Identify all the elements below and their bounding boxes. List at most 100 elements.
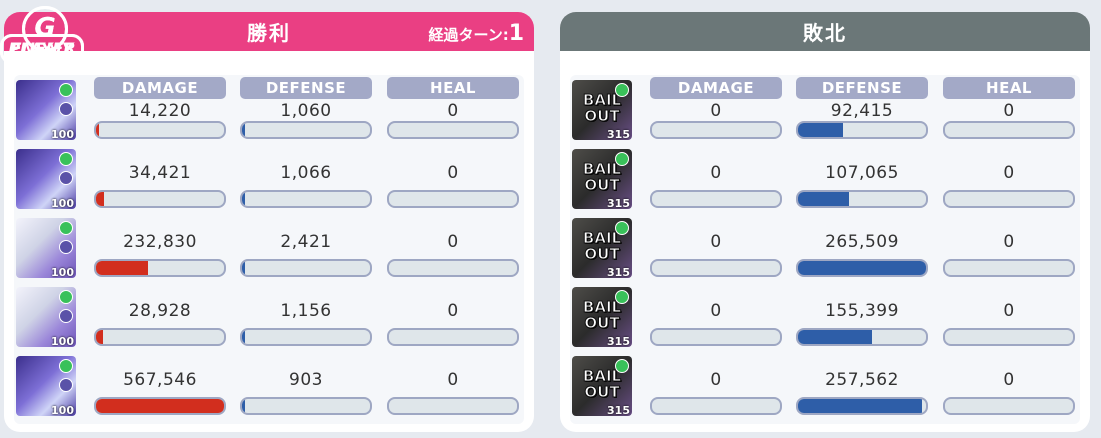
attribute-icon — [59, 309, 73, 323]
level-label: 100 — [51, 197, 74, 209]
defense-bar — [796, 328, 928, 346]
defense-bar — [796, 397, 928, 415]
bail-out-label: BAIL OUT — [580, 230, 624, 263]
defense-value: 257,562 — [825, 370, 899, 390]
heal-value: 0 — [447, 232, 459, 252]
enemy-portrait[interactable]: BAIL OUT 315 — [572, 287, 632, 347]
player-panel: 勝利 経過ターン:1 DAMAGE DEFENSE HEAL 100 14,220… — [4, 12, 534, 432]
element-icon — [615, 290, 629, 304]
damage-bar — [94, 190, 226, 208]
heal-bar — [387, 259, 519, 277]
defense-value: 107,065 — [825, 163, 899, 183]
player-row: 100 232,830 2,421 0 — [14, 216, 524, 285]
damage-bar — [650, 121, 782, 139]
enemy-stats-table: DAMAGE DEFENSE HEAL BAIL OUT 315 0 92,415 0 BA… — [570, 75, 1080, 424]
defense-value: 1,066 — [280, 163, 332, 183]
damage-bar-fill — [96, 123, 99, 137]
player-row: 100 28,928 1,156 0 — [14, 285, 524, 354]
damage-value: 0 — [710, 101, 722, 121]
heal-bar — [943, 190, 1075, 208]
player-row: 100 34,421 1,066 0 — [14, 147, 524, 216]
bail-out-label: BAIL OUT — [580, 299, 624, 332]
element-icon — [59, 359, 73, 373]
defense-value: 1,156 — [280, 301, 332, 321]
damage-bar — [650, 259, 782, 277]
enemy-row: BAIL OUT 315 0 257,562 0 — [570, 354, 1080, 423]
character-portrait[interactable]: 100 — [16, 80, 76, 140]
element-icon — [59, 221, 73, 235]
level-label: 100 — [51, 128, 74, 140]
enemy-portrait[interactable]: BAIL OUT 315 — [572, 80, 632, 140]
heal-bar — [387, 121, 519, 139]
level-label: 315 — [607, 266, 630, 278]
bail-label-line2: OUT — [584, 176, 620, 194]
defense-bar-fill — [798, 123, 843, 137]
defense-bar — [240, 397, 372, 415]
attribute-icon — [59, 171, 73, 185]
damage-value: 14,220 — [128, 101, 192, 121]
damage-value: 34,421 — [128, 163, 192, 183]
level-label: 315 — [607, 404, 630, 416]
defense-value: 1,060 — [280, 101, 332, 121]
heal-value: 0 — [1003, 301, 1015, 321]
enemy-result: 敗北 — [803, 21, 847, 45]
element-icon — [59, 290, 73, 304]
damage-bar — [650, 397, 782, 415]
character-portrait[interactable]: 100 — [16, 218, 76, 278]
defense-value: 2,421 — [280, 232, 332, 252]
damage-bar-fill — [96, 192, 104, 206]
element-icon — [615, 152, 629, 166]
defense-value: 92,415 — [830, 101, 894, 121]
defense-bar-fill — [242, 261, 245, 275]
bail-label-line2: OUT — [584, 245, 620, 263]
enemy-portrait[interactable]: BAIL OUT 315 — [572, 149, 632, 209]
defense-bar-fill — [798, 399, 922, 413]
heal-value: 0 — [447, 163, 459, 183]
character-portrait[interactable]: 100 — [16, 356, 76, 416]
enemy-portrait[interactable]: BAIL OUT 315 — [572, 218, 632, 278]
damage-bar-fill — [96, 261, 148, 275]
elapsed-turns: 経過ターン:1 — [428, 21, 524, 46]
damage-value: 28,928 — [128, 301, 192, 321]
enemy-portrait[interactable]: BAIL OUT 315 — [572, 356, 632, 416]
character-portrait[interactable]: 100 — [16, 287, 76, 347]
heal-value: 0 — [447, 101, 459, 121]
damage-value: 0 — [710, 370, 722, 390]
level-label: 100 — [51, 404, 74, 416]
enemy-badge-label: ENEMY — [0, 34, 84, 64]
defense-value: 265,509 — [825, 232, 899, 252]
heal-value: 0 — [447, 370, 459, 390]
attribute-icon — [59, 102, 73, 116]
damage-value: 0 — [710, 163, 722, 183]
heal-bar — [943, 259, 1075, 277]
damage-value: 232,830 — [123, 232, 197, 252]
enemy-header: 敗北 — [560, 12, 1090, 51]
bail-label-line2: OUT — [584, 383, 620, 401]
defense-value: 903 — [289, 370, 323, 390]
heal-value: 0 — [447, 301, 459, 321]
level-label: 315 — [607, 128, 630, 140]
defense-bar — [240, 121, 372, 139]
defense-bar — [796, 259, 928, 277]
defense-bar-fill — [798, 261, 926, 275]
character-portrait[interactable]: 100 — [16, 149, 76, 209]
level-label: 100 — [51, 266, 74, 278]
enemy-row: BAIL OUT 315 0 265,509 0 — [570, 216, 1080, 285]
enemy-panel: 敗北 DAMAGE DEFENSE HEAL BAIL OUT 315 0 92,415… — [560, 12, 1090, 432]
defense-bar-fill — [242, 330, 245, 344]
enemy-badge: G ENEMY — [0, 6, 84, 64]
level-label: 315 — [607, 197, 630, 209]
defense-bar — [240, 259, 372, 277]
defense-bar-fill — [798, 192, 849, 206]
element-icon — [59, 83, 73, 97]
player-row: 100 14,220 1,060 0 — [14, 78, 524, 147]
defense-bar — [240, 328, 372, 346]
player-row: 100 567,546 903 0 — [14, 354, 524, 423]
heal-bar — [943, 328, 1075, 346]
damage-value: 0 — [710, 301, 722, 321]
damage-bar — [94, 259, 226, 277]
bail-out-label: BAIL OUT — [580, 161, 624, 194]
player-stats-table: DAMAGE DEFENSE HEAL 100 14,220 1,060 0 100 34… — [14, 75, 524, 424]
enemy-row: BAIL OUT 315 0 155,399 0 — [570, 285, 1080, 354]
enemy-row: BAIL OUT 315 0 107,065 0 — [570, 147, 1080, 216]
